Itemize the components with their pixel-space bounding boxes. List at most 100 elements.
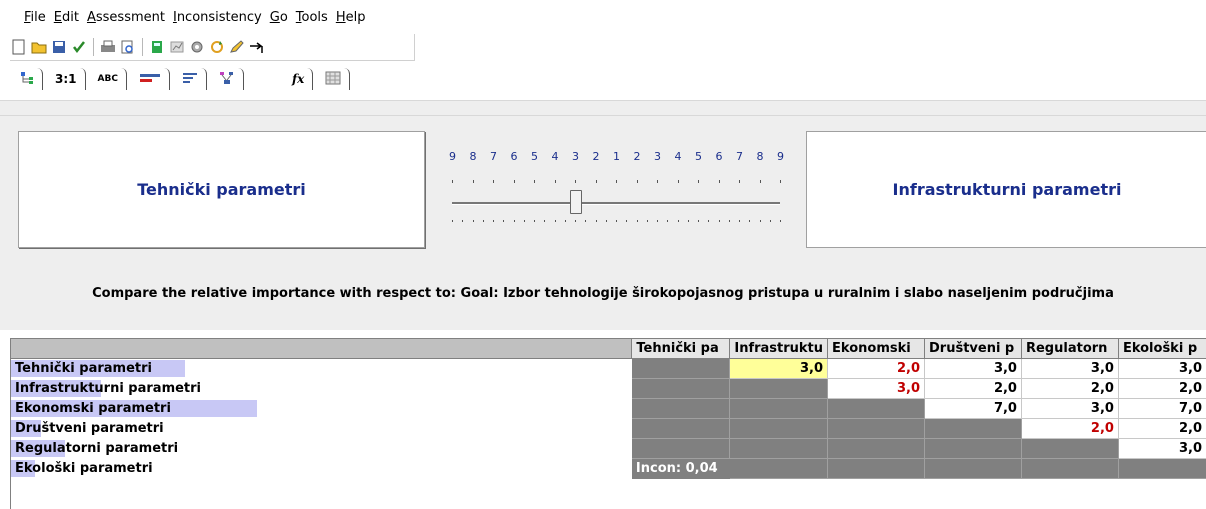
slider-tick <box>472 180 474 183</box>
view-tabs: 3:1 ABC fx <box>12 60 354 98</box>
slider-track[interactable] <box>452 202 780 205</box>
menu-help[interactable]: Help <box>336 10 366 25</box>
row-label[interactable]: Tehnički parametri <box>11 358 632 379</box>
slider-tick <box>667 220 669 222</box>
print-icon[interactable] <box>99 38 117 56</box>
calculator-icon[interactable] <box>148 38 166 56</box>
slider-tick <box>739 180 740 183</box>
comparison-cell[interactable]: 3,0 <box>924 358 1022 379</box>
column-header[interactable]: Ekološki p <box>1118 339 1206 359</box>
comparison-cell[interactable]: 3,0 <box>729 358 829 379</box>
comparison-cell[interactable]: 3,0 <box>1118 438 1206 459</box>
comparison-cell[interactable]: 3,0 <box>827 378 925 399</box>
scale-number: 6 <box>715 150 723 163</box>
menu-go[interactable]: Go <box>270 10 288 25</box>
open-folder-icon[interactable] <box>30 38 48 56</box>
tab-formula[interactable]: fx <box>284 68 314 90</box>
slider-tick <box>595 220 597 222</box>
scale-number: 7 <box>490 150 497 163</box>
grid-icon <box>325 71 341 88</box>
disabled-cell <box>631 418 731 439</box>
column-header[interactable]: Regulatorn <box>1021 339 1119 359</box>
slider-tick <box>523 220 525 222</box>
right-node-panel[interactable]: Infrastrukturni parametri <box>806 131 1206 248</box>
disabled-cell <box>924 418 1022 439</box>
slider-thumb[interactable] <box>570 190 582 214</box>
menu-tools[interactable]: Tools <box>296 10 328 25</box>
comparison-cell[interactable]: 2,0 <box>1118 418 1206 439</box>
tab-formula-label: fx <box>291 72 305 86</box>
slider-tick <box>472 220 474 222</box>
menu-assessment[interactable]: Assessment <box>87 10 165 25</box>
column-header[interactable]: Tehnički pa <box>631 339 731 359</box>
scale-numbers: 98765432123456789 <box>448 150 788 164</box>
comparison-cell[interactable]: 3,0 <box>1118 358 1206 379</box>
menu-file[interactable]: File <box>24 10 46 25</box>
slider-tick <box>677 180 679 183</box>
comparison-cell[interactable]: 2,0 <box>1021 418 1119 439</box>
scale-number: 2 <box>592 150 600 163</box>
left-node-panel[interactable]: Tehnički parametri <box>18 131 425 248</box>
save-icon[interactable] <box>50 38 68 56</box>
row-label-text: Ekološki parametri <box>15 461 153 476</box>
matrix-row: Ekonomski parametri 7,0 3,0 7,0 <box>11 398 1206 419</box>
comparison-slider[interactable]: 98765432123456789 <box>448 150 788 230</box>
disabled-cell <box>631 358 731 379</box>
row-label[interactable]: Društveni parametri <box>11 418 632 439</box>
column-header[interactable]: Ekonomski <box>827 339 925 359</box>
matrix-row: Ekološki parametri Incon: 0,04 <box>11 458 1206 479</box>
left-node-label: Tehnički parametri <box>137 180 306 199</box>
comparison-cell[interactable]: 2,0 <box>827 358 925 379</box>
gear-icon[interactable] <box>188 38 206 56</box>
disabled-cell <box>827 398 925 419</box>
tree-icon <box>20 71 34 88</box>
row-label[interactable]: Infrastrukturni parametri <box>11 378 632 399</box>
scale-number: 8 <box>469 150 477 163</box>
row-label-text: Infrastrukturni parametri <box>15 381 202 396</box>
tab-pairwise[interactable]: 3:1 <box>47 68 86 90</box>
slider-tick <box>595 180 597 183</box>
menu-inconsistency[interactable]: Inconsistency <box>173 10 262 25</box>
disabled-cell <box>827 438 925 459</box>
slider-tick <box>564 220 566 222</box>
comparison-cell[interactable]: 2,0 <box>1118 378 1206 399</box>
comparison-cell[interactable]: 3,0 <box>1021 398 1119 419</box>
slider-tick <box>780 180 781 183</box>
slider-tick <box>534 220 535 222</box>
new-file-icon[interactable] <box>10 38 28 56</box>
tab-matrix[interactable] <box>317 68 351 90</box>
print-preview-icon[interactable] <box>119 38 137 56</box>
row-label[interactable]: Ekonomski parametri <box>11 398 632 419</box>
slider-tick <box>780 220 781 222</box>
tab-tree-view[interactable] <box>12 68 43 90</box>
disabled-cell <box>729 418 829 439</box>
row-label[interactable]: Ekološki parametri <box>11 458 632 479</box>
comparison-cell[interactable]: 3,0 <box>1021 358 1119 379</box>
arrow-right-icon[interactable] <box>248 38 266 56</box>
column-header[interactable]: Infrastruktu <box>729 339 829 359</box>
tab-verbal[interactable]: ABC <box>90 68 127 90</box>
slider-tick <box>503 220 505 222</box>
tab-structure[interactable] <box>211 68 244 90</box>
column-header[interactable]: Društveni p <box>924 339 1022 359</box>
comparison-cell[interactable]: 7,0 <box>924 398 1022 419</box>
scale-number: 4 <box>674 150 682 163</box>
tab-graphical-bars[interactable] <box>131 68 170 90</box>
disabled-cell <box>631 438 731 459</box>
toolbar-separator <box>93 38 94 56</box>
slider-tick <box>636 180 638 183</box>
pencil-icon[interactable] <box>228 38 246 56</box>
chart-icon[interactable] <box>168 38 186 56</box>
comparison-cell[interactable]: 2,0 <box>1021 378 1119 399</box>
slider-tick <box>616 180 617 183</box>
refresh-icon[interactable] <box>208 38 226 56</box>
tab-bars[interactable] <box>174 68 207 90</box>
comparison-cell[interactable]: 2,0 <box>924 378 1022 399</box>
comparison-cell[interactable]: 7,0 <box>1118 398 1206 419</box>
row-label[interactable]: Regulatorni parametri <box>11 438 632 459</box>
slider-tick <box>749 220 751 222</box>
disabled-cell <box>1118 458 1206 479</box>
row-label-text: Regulatorni parametri <box>15 441 179 456</box>
check-icon[interactable] <box>70 38 88 56</box>
menu-edit[interactable]: Edit <box>54 10 79 25</box>
